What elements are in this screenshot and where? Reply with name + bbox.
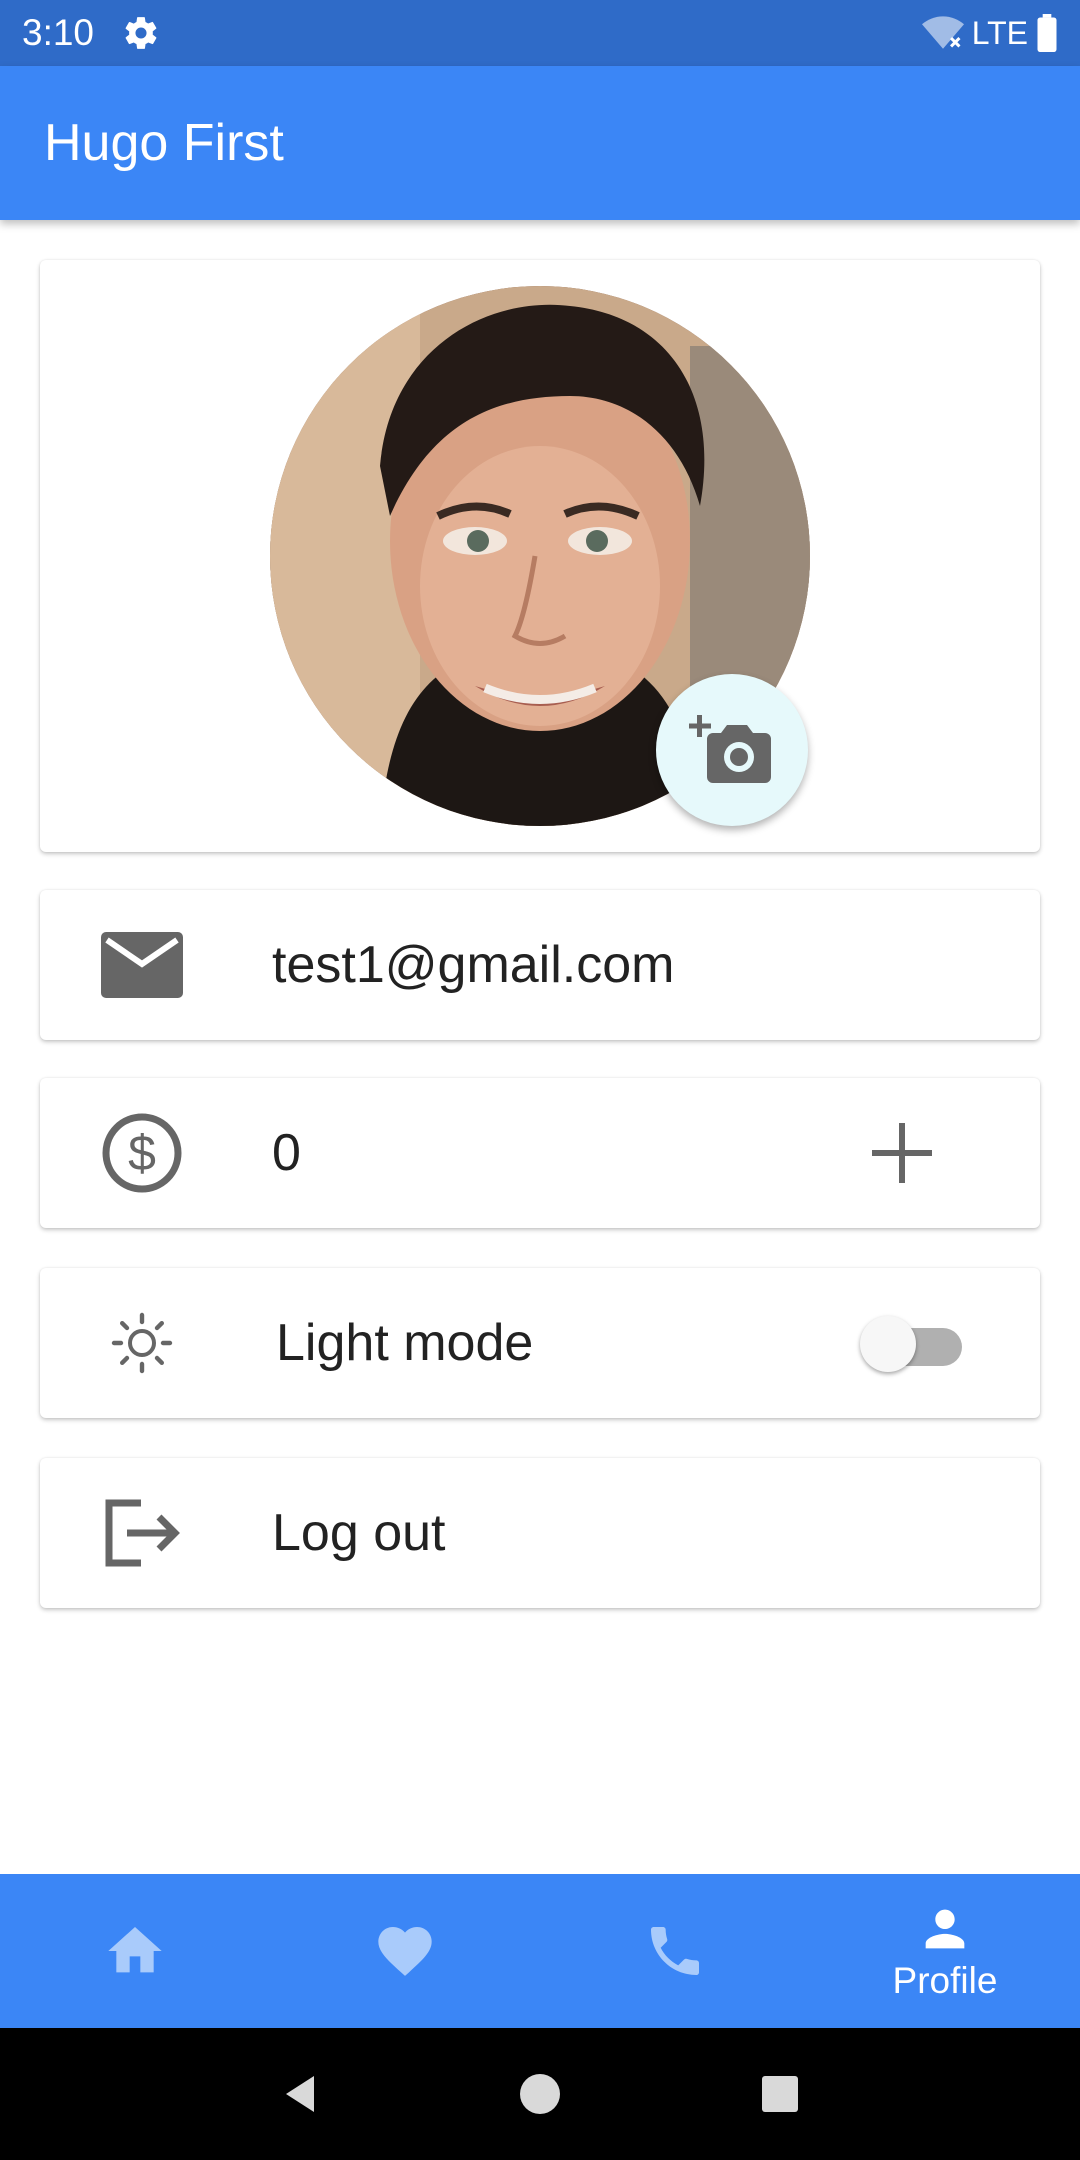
- svg-text:$: $: [128, 1125, 156, 1181]
- plus-icon: [872, 1123, 932, 1183]
- email-text: test1@gmail.com: [272, 936, 675, 994]
- avatar-card: [40, 260, 1040, 852]
- network-type: LTE: [971, 14, 1028, 51]
- gear-icon: [125, 17, 157, 49]
- sun-icon: [100, 1301, 184, 1385]
- home-icon: [108, 1927, 162, 1973]
- theme-row: Light mode: [40, 1268, 1040, 1418]
- phone-icon: [651, 1927, 699, 1975]
- logout-label: Log out: [272, 1504, 446, 1562]
- app-bar: Hugo First: [0, 66, 1080, 220]
- logout-row[interactable]: Log out: [40, 1458, 1040, 1608]
- nav-calls[interactable]: [540, 1874, 810, 2028]
- balance-row: $ 0: [40, 1078, 1040, 1228]
- bottom-nav: Profile: [0, 1874, 1080, 2028]
- nav-profile-label: Profile: [892, 1960, 998, 2001]
- nav-home[interactable]: [0, 1874, 270, 2028]
- heart-icon: [378, 1927, 432, 1976]
- back-icon[interactable]: [276, 2070, 324, 2118]
- logout-icon: [100, 1491, 184, 1575]
- person-icon: [925, 1909, 965, 1949]
- add-funds-button[interactable]: [862, 1113, 942, 1193]
- status-right: LTE: [921, 14, 1058, 52]
- add-photo-icon: [689, 715, 771, 783]
- email-row: test1@gmail.com: [40, 890, 1040, 1040]
- nav-favorites[interactable]: [270, 1874, 540, 2028]
- toggle-thumb: [860, 1316, 916, 1372]
- status-time: 3:10: [22, 12, 95, 53]
- email-icon: [100, 923, 184, 1007]
- status-bar: 3:10 LTE: [0, 0, 1080, 66]
- battery-icon: [1037, 14, 1057, 52]
- home-circle-icon[interactable]: [516, 2070, 564, 2118]
- wifi-off-icon: [921, 16, 964, 49]
- change-photo-button[interactable]: [656, 674, 808, 826]
- theme-toggle[interactable]: [860, 1313, 964, 1373]
- system-nav-bar: [0, 2028, 1080, 2160]
- nav-profile[interactable]: Profile: [810, 1874, 1080, 2028]
- dollar-icon: $: [100, 1111, 184, 1195]
- page-title: Hugo First: [44, 114, 284, 172]
- balance-value: 0: [272, 1124, 301, 1182]
- theme-label: Light mode: [276, 1314, 534, 1372]
- recents-icon[interactable]: [756, 2070, 804, 2118]
